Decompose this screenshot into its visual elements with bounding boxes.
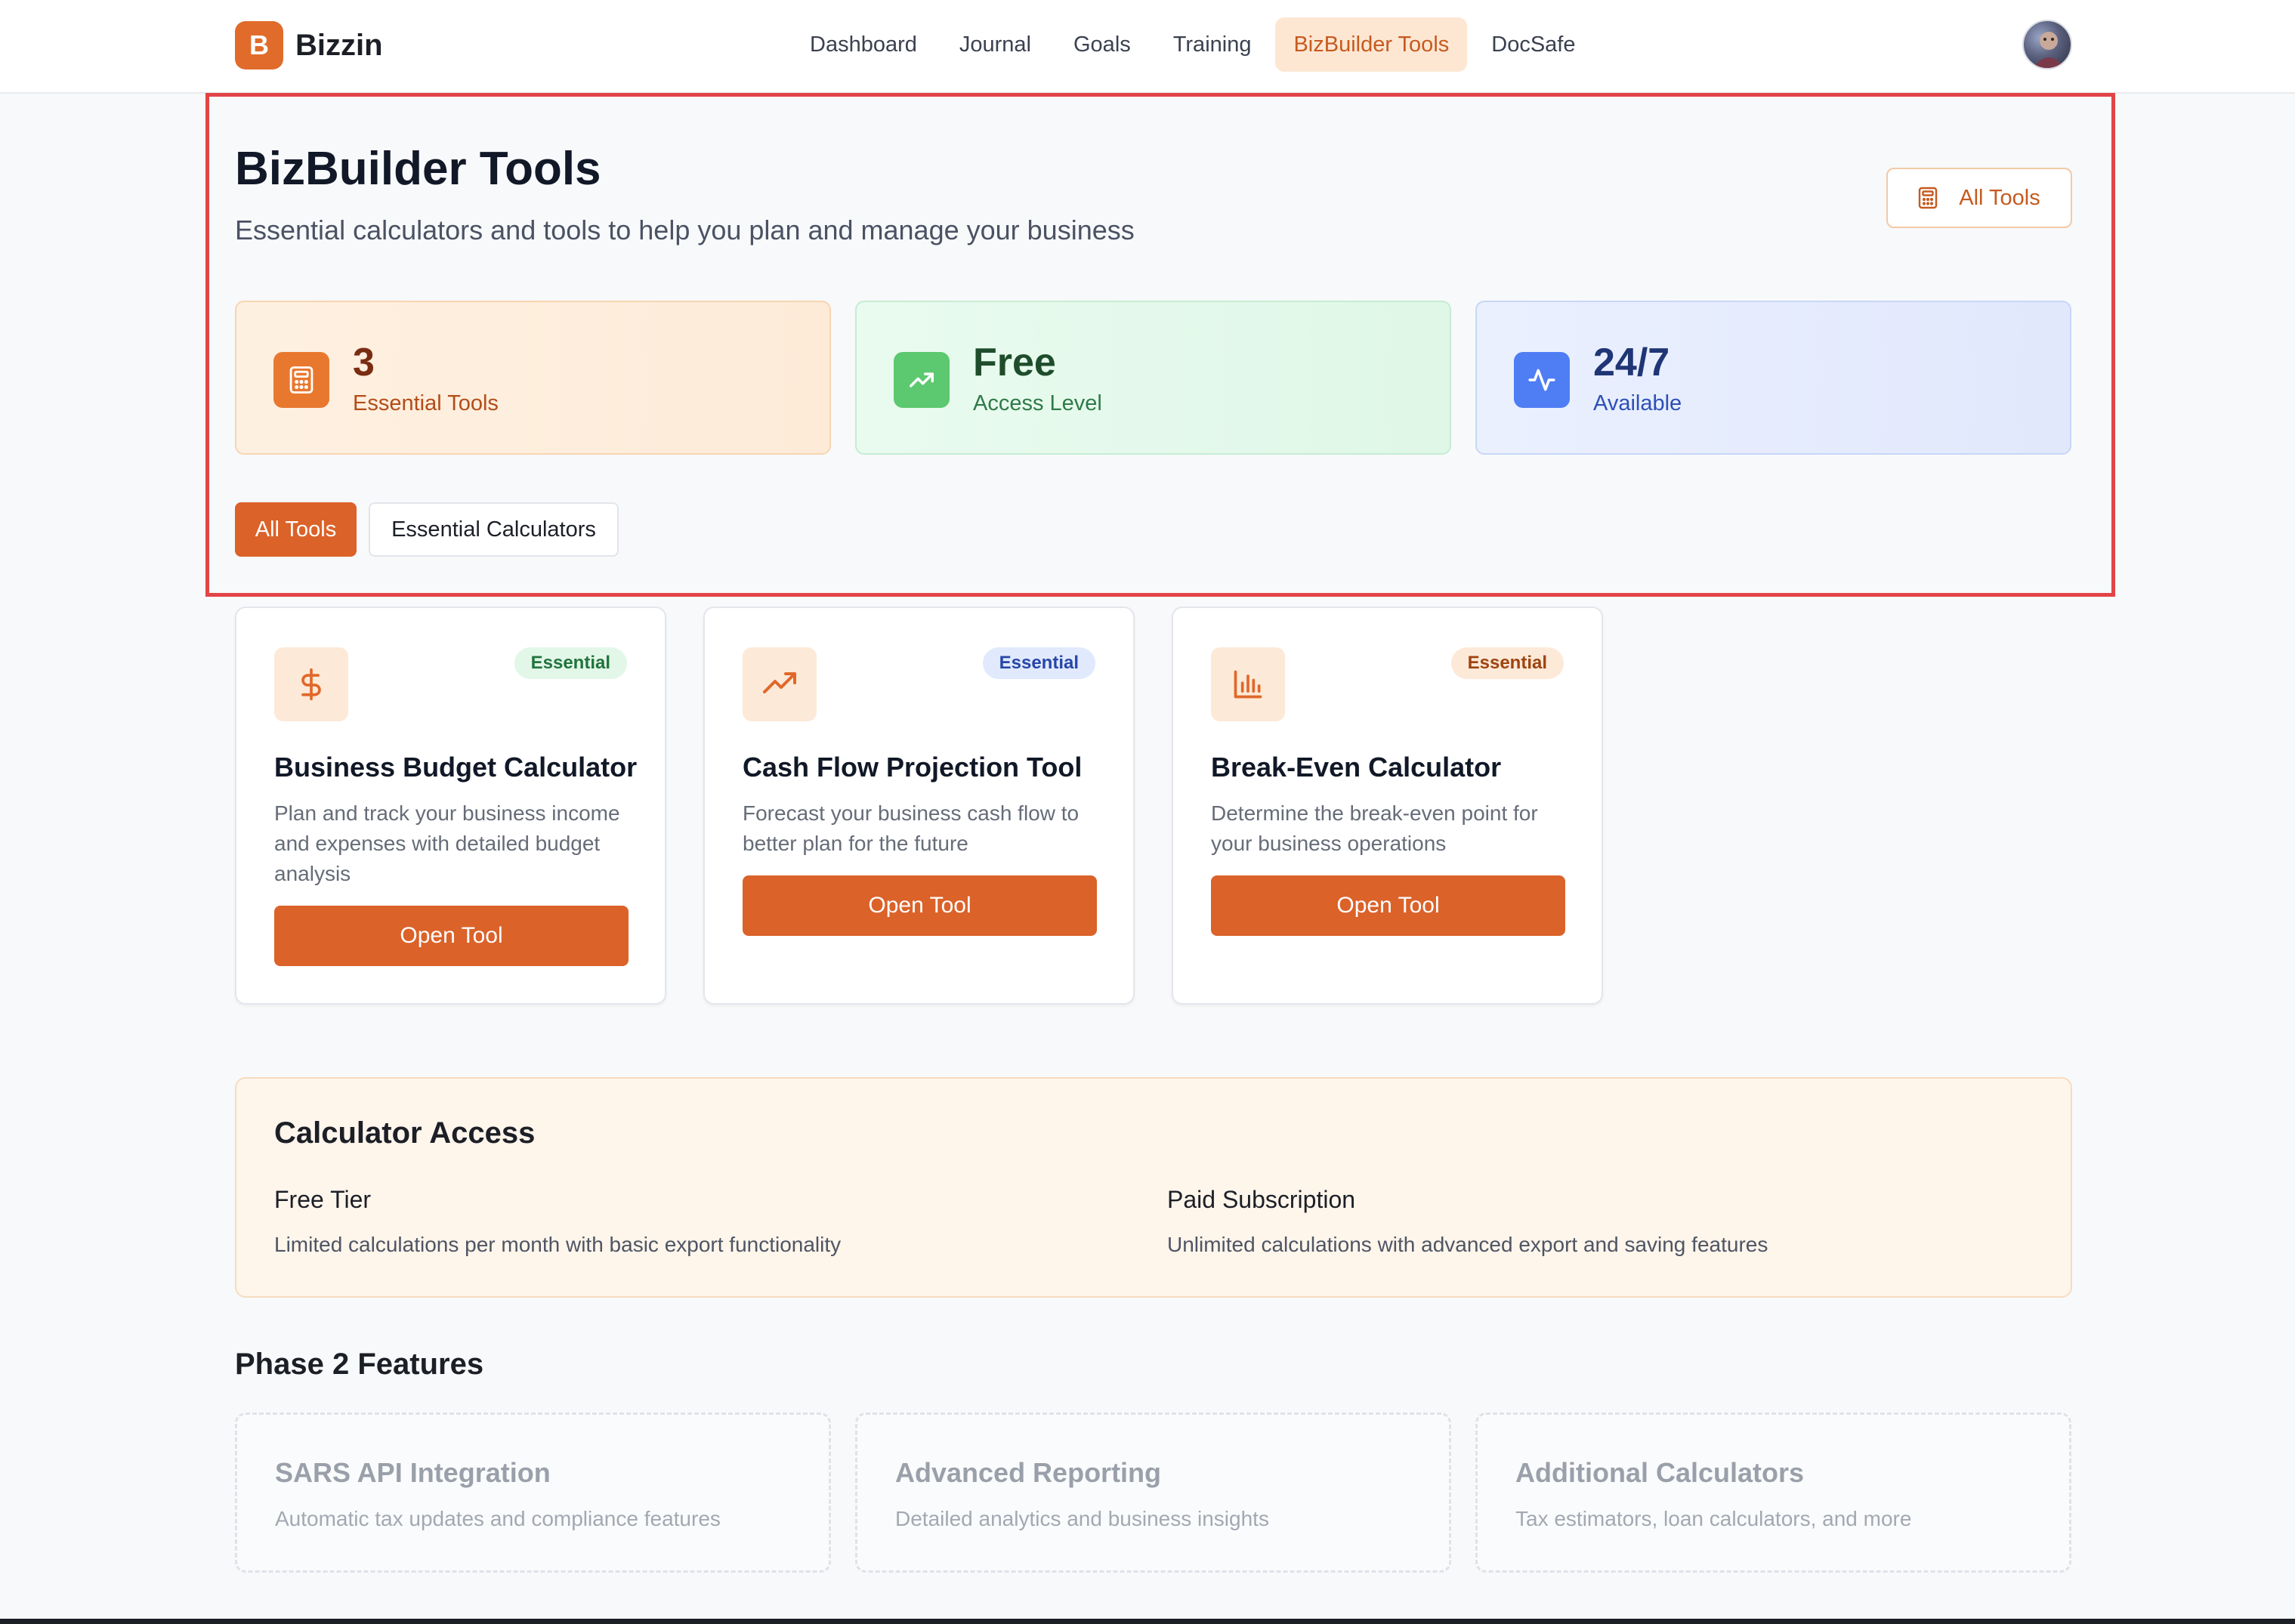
nav-link-goals[interactable]: Goals <box>1055 17 1149 72</box>
filter-all-tools[interactable]: All Tools <box>235 502 357 557</box>
top-navigation: B Bizzin Dashboard Journal Goals Trainin… <box>0 0 2295 94</box>
feature-title: SARS API Integration <box>275 1457 551 1488</box>
calculator-icon <box>273 352 329 408</box>
nav-link-dashboard[interactable]: Dashboard <box>792 17 935 72</box>
brand[interactable]: B Bizzin <box>235 21 383 69</box>
trending-up-icon <box>743 647 817 721</box>
feature-card-advanced-reporting: Advanced Reporting Detailed analytics an… <box>855 1413 1451 1573</box>
tier-description-free: Limited calculations per month with basi… <box>274 1233 842 1256</box>
trending-up-icon <box>894 352 950 408</box>
bar-chart-icon <box>1211 647 1285 721</box>
stat-label: Essential Tools <box>353 391 499 415</box>
feature-description: Automatic tax updates and compliance fea… <box>275 1507 721 1530</box>
user-avatar[interactable] <box>2022 20 2072 69</box>
feature-description: Detailed analytics and business insights <box>895 1507 1269 1530</box>
stat-card-essential-tools: 3 Essential Tools <box>235 301 831 455</box>
all-tools-button[interactable]: All Tools <box>1886 168 2072 228</box>
calculator-icon <box>1918 187 1938 209</box>
open-tool-button[interactable]: Open Tool <box>1211 875 1565 936</box>
activity-icon <box>1514 352 1570 408</box>
page-title: BizBuilder Tools <box>235 143 601 195</box>
stat-label: Access Level <box>973 391 1102 415</box>
stat-value: 3 <box>353 341 375 384</box>
nav-links: Dashboard Journal Goals Training BizBuil… <box>792 17 1600 72</box>
feature-card-sars-api: SARS API Integration Automatic tax updat… <box>235 1413 831 1573</box>
stat-card-access-level: Free Access Level <box>855 301 1451 455</box>
filter-essential-calculators[interactable]: Essential Calculators <box>369 502 619 557</box>
tool-description: Determine the break-even point for your … <box>1211 801 1538 855</box>
tier-name-paid: Paid Subscription <box>1167 1186 1356 1213</box>
open-tool-button[interactable]: Open Tool <box>274 906 629 966</box>
essential-badge: Essential <box>982 647 1095 679</box>
feature-title: Advanced Reporting <box>895 1457 1162 1488</box>
brand-logo: B <box>235 21 283 69</box>
tool-title: Business Budget Calculator <box>274 752 638 783</box>
nav-link-training[interactable]: Training <box>1155 17 1270 72</box>
stat-value: Free <box>973 341 1056 384</box>
all-tools-button-label: All Tools <box>1959 185 2040 210</box>
nav-link-journal[interactable]: Journal <box>941 17 1049 72</box>
essential-badge: Essential <box>514 647 627 679</box>
dollar-sign-icon <box>274 647 348 721</box>
phase2-title: Phase 2 Features <box>235 1348 484 1381</box>
calculator-access-panel: Calculator Access Free Tier Limited calc… <box>235 1077 2072 1298</box>
tool-title: Cash Flow Projection Tool <box>743 752 1083 783</box>
stat-label: Available <box>1593 391 1682 415</box>
nav-link-bizbuilder-tools[interactable]: BizBuilder Tools <box>1275 17 1468 72</box>
bottom-edge <box>0 1619 2295 1624</box>
tool-description: Plan and track your business income and … <box>274 801 620 885</box>
stat-card-availability: 24/7 Available <box>1475 301 2071 455</box>
nav-link-docsafe[interactable]: DocSafe <box>1473 17 1593 72</box>
stat-value: 24/7 <box>1593 341 1670 384</box>
tool-card-break-even: Essential Break-Even Calculator Determin… <box>1172 607 1603 1005</box>
tool-description: Forecast your business cash flow to bett… <box>743 801 1080 855</box>
open-tool-button[interactable]: Open Tool <box>743 875 1097 936</box>
feature-title: Additional Calculators <box>1515 1457 1805 1488</box>
tool-title: Break-Even Calculator <box>1211 752 1502 783</box>
essential-badge: Essential <box>1450 647 1564 679</box>
page-subtitle: Essential calculators and tools to help … <box>235 215 1135 245</box>
tier-description-paid: Unlimited calculations with advanced exp… <box>1167 1233 1768 1256</box>
access-title: Calculator Access <box>274 1116 536 1150</box>
brand-name: Bizzin <box>295 28 383 62</box>
feature-card-additional-calculators: Additional Calculators Tax estimators, l… <box>1475 1413 2071 1573</box>
feature-description: Tax estimators, loan calculators, and mo… <box>1515 1507 1912 1530</box>
tool-card-budget: Essential Business Budget Calculator Pla… <box>235 607 666 1005</box>
tier-name-free: Free Tier <box>274 1186 372 1213</box>
tool-card-cash-flow: Essential Cash Flow Projection Tool Fore… <box>703 607 1135 1005</box>
